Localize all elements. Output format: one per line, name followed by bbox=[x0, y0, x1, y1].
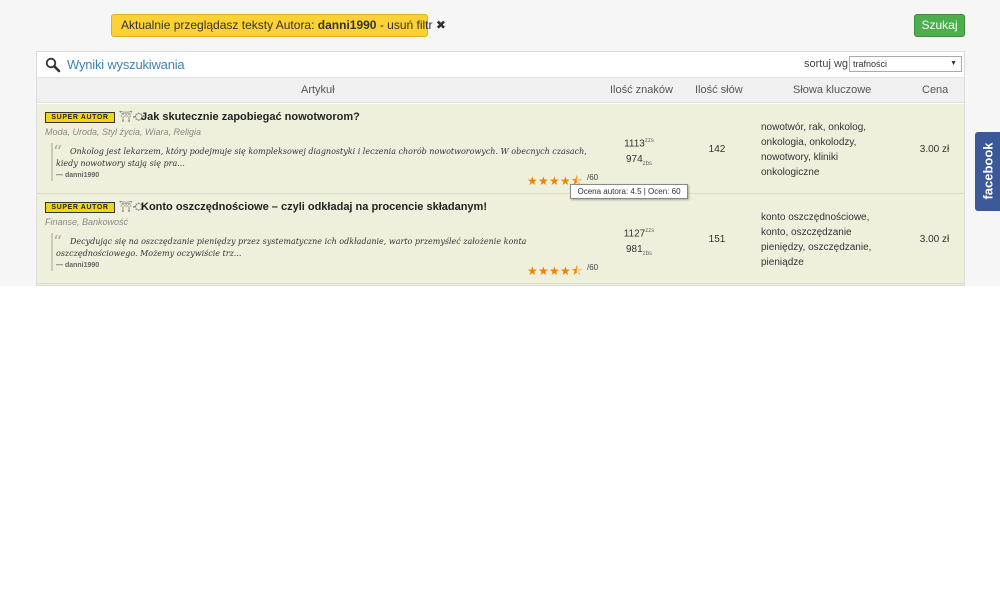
star-icon: ★ bbox=[527, 264, 538, 278]
results-title: Wyniki wyszukiwania bbox=[67, 57, 185, 72]
column-headers: Artykuł Ilość znaków Ilość słów Słowa kl… bbox=[37, 78, 964, 103]
rating-count: /60 bbox=[587, 173, 599, 182]
results-header: Wyniki wyszukiwania sortuj wg trafności … bbox=[37, 52, 964, 78]
column-price[interactable]: Cena bbox=[922, 84, 948, 96]
chevron-down-icon: ▼ bbox=[950, 60, 957, 67]
star-icon: ★ bbox=[538, 174, 549, 188]
star-half-icon: ⯪ bbox=[571, 264, 583, 278]
sort-value: trafności bbox=[853, 59, 888, 69]
sort-label: sortuj wg bbox=[804, 58, 849, 70]
search-button[interactable]: Szukaj bbox=[914, 14, 965, 37]
char-count: 1127zzs 981zbs bbox=[609, 223, 669, 262]
results-panel: Wyniki wyszukiwania sortuj wg trafności … bbox=[36, 51, 965, 286]
remove-filter-link[interactable]: - usuń filtr bbox=[376, 18, 435, 32]
super-author-badge: SUPER AUTOR bbox=[45, 202, 115, 213]
star-icon: ★ bbox=[549, 174, 560, 188]
close-icon[interactable]: ✖ bbox=[436, 18, 446, 32]
article-author: — danni1990 bbox=[56, 172, 100, 179]
chars-zzs-unit: zzs bbox=[645, 228, 655, 234]
facebook-tab[interactable]: facebook bbox=[975, 132, 1000, 211]
article-excerpt: Onkolog jest lekarzem, który podejmuje s… bbox=[56, 147, 587, 168]
article-title-link[interactable]: Konto oszczędnościowe – czyli odkładaj n… bbox=[141, 201, 487, 213]
star-icon: ★ bbox=[527, 174, 538, 188]
article-categories: Moda, Uroda, Styl życia, Wiara, Religia bbox=[45, 127, 201, 137]
chars-zzs-unit: zzs bbox=[644, 138, 654, 144]
chars-zzs: 1113 bbox=[624, 138, 645, 150]
author-filter-bar: Aktualnie przeglądasz teksty Autora: dan… bbox=[111, 14, 446, 37]
filter-author: danni1990 bbox=[317, 18, 377, 32]
star-icon: ★ bbox=[538, 264, 549, 278]
price: 3.00 zł bbox=[919, 144, 950, 155]
word-count: 151 bbox=[708, 234, 726, 245]
keywords: nowotwór, rak, onkolog, onkologia, onkol… bbox=[761, 122, 867, 178]
column-words[interactable]: Ilość słów bbox=[695, 84, 743, 96]
article-categories: Finanse, Bankowość bbox=[45, 217, 129, 227]
sort-select[interactable]: trafności ▼ bbox=[849, 56, 962, 72]
filter-prefix: Aktualnie przeglądasz teksty Autora: bbox=[121, 18, 318, 32]
rating-count: /60 bbox=[587, 263, 599, 272]
chars-zzs: 1127 bbox=[623, 228, 646, 240]
price: 3.00 zł bbox=[919, 234, 950, 245]
article-title-link[interactable]: Jak skutecznie zapobiegać nowotworom? bbox=[141, 111, 360, 123]
table-row bbox=[37, 284, 964, 285]
word-count: 142 bbox=[708, 144, 726, 155]
chars-zbs-unit: zbs bbox=[642, 251, 653, 258]
star-icon: ★ bbox=[549, 264, 560, 278]
facebook-label: facebook bbox=[980, 142, 996, 200]
chars-zbs: 974 bbox=[625, 154, 643, 166]
column-chars[interactable]: Ilość znaków bbox=[610, 84, 673, 96]
article-author: — danni1990 bbox=[56, 262, 100, 269]
magnifier-icon bbox=[45, 57, 61, 73]
chars-zbs-unit: zbs bbox=[642, 161, 653, 168]
column-article[interactable]: Artykuł bbox=[301, 84, 335, 96]
chars-zbs: 981 bbox=[625, 244, 643, 256]
column-keywords[interactable]: Słowa kluczowe bbox=[793, 84, 871, 96]
rating-stars[interactable]: ★★★★⯪ bbox=[527, 262, 582, 277]
rating-tooltip: Ocena autora: 4.5 | Ocen: 60 bbox=[570, 184, 688, 199]
rating-stars[interactable]: ★★★★⯪ bbox=[527, 172, 582, 187]
super-author-badge: SUPER AUTOR bbox=[45, 112, 115, 123]
keywords: konto oszczędnościowe, konto, oszczędzan… bbox=[761, 212, 872, 268]
table-row[interactable]: SUPER AUTOR ⛩⛮ Konto oszczędnościowe – c… bbox=[37, 194, 964, 284]
article-excerpt: Decydując się na oszczędzanie pieniędzy … bbox=[56, 237, 527, 258]
table-row[interactable]: SUPER AUTOR ⛩⛮ Jak skutecznie zapobiegać… bbox=[37, 104, 964, 194]
star-icon: ★ bbox=[560, 264, 571, 278]
char-count: 1113zzs 974zbs bbox=[609, 133, 669, 172]
